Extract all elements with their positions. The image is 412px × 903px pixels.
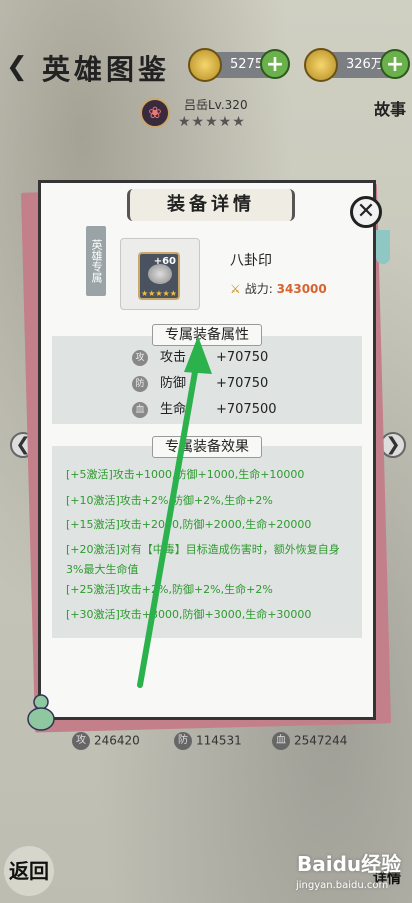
watermark-url: jingyan.baidu.com: [296, 880, 389, 891]
stat-value: 114531: [196, 733, 242, 748]
health-icon: 血: [272, 732, 290, 750]
stat-value: 246420: [94, 733, 140, 748]
attack-icon: 攻: [72, 732, 90, 750]
stat-health: 血 2547244: [272, 732, 347, 750]
stat-defense: 防 114531: [174, 732, 242, 750]
watermark-brand: Baidu经验: [297, 852, 402, 876]
stat-value: 2547244: [294, 733, 348, 748]
gourd-icon: [27, 694, 55, 731]
annotation-arrow: [137, 336, 212, 688]
back-button[interactable]: 返回: [4, 846, 54, 896]
defense-icon: 防: [174, 732, 192, 750]
stat-attack: 攻 246420: [72, 732, 140, 750]
hero-stats-bar: 攻 246420 防 114531 血 2547244: [0, 730, 412, 754]
